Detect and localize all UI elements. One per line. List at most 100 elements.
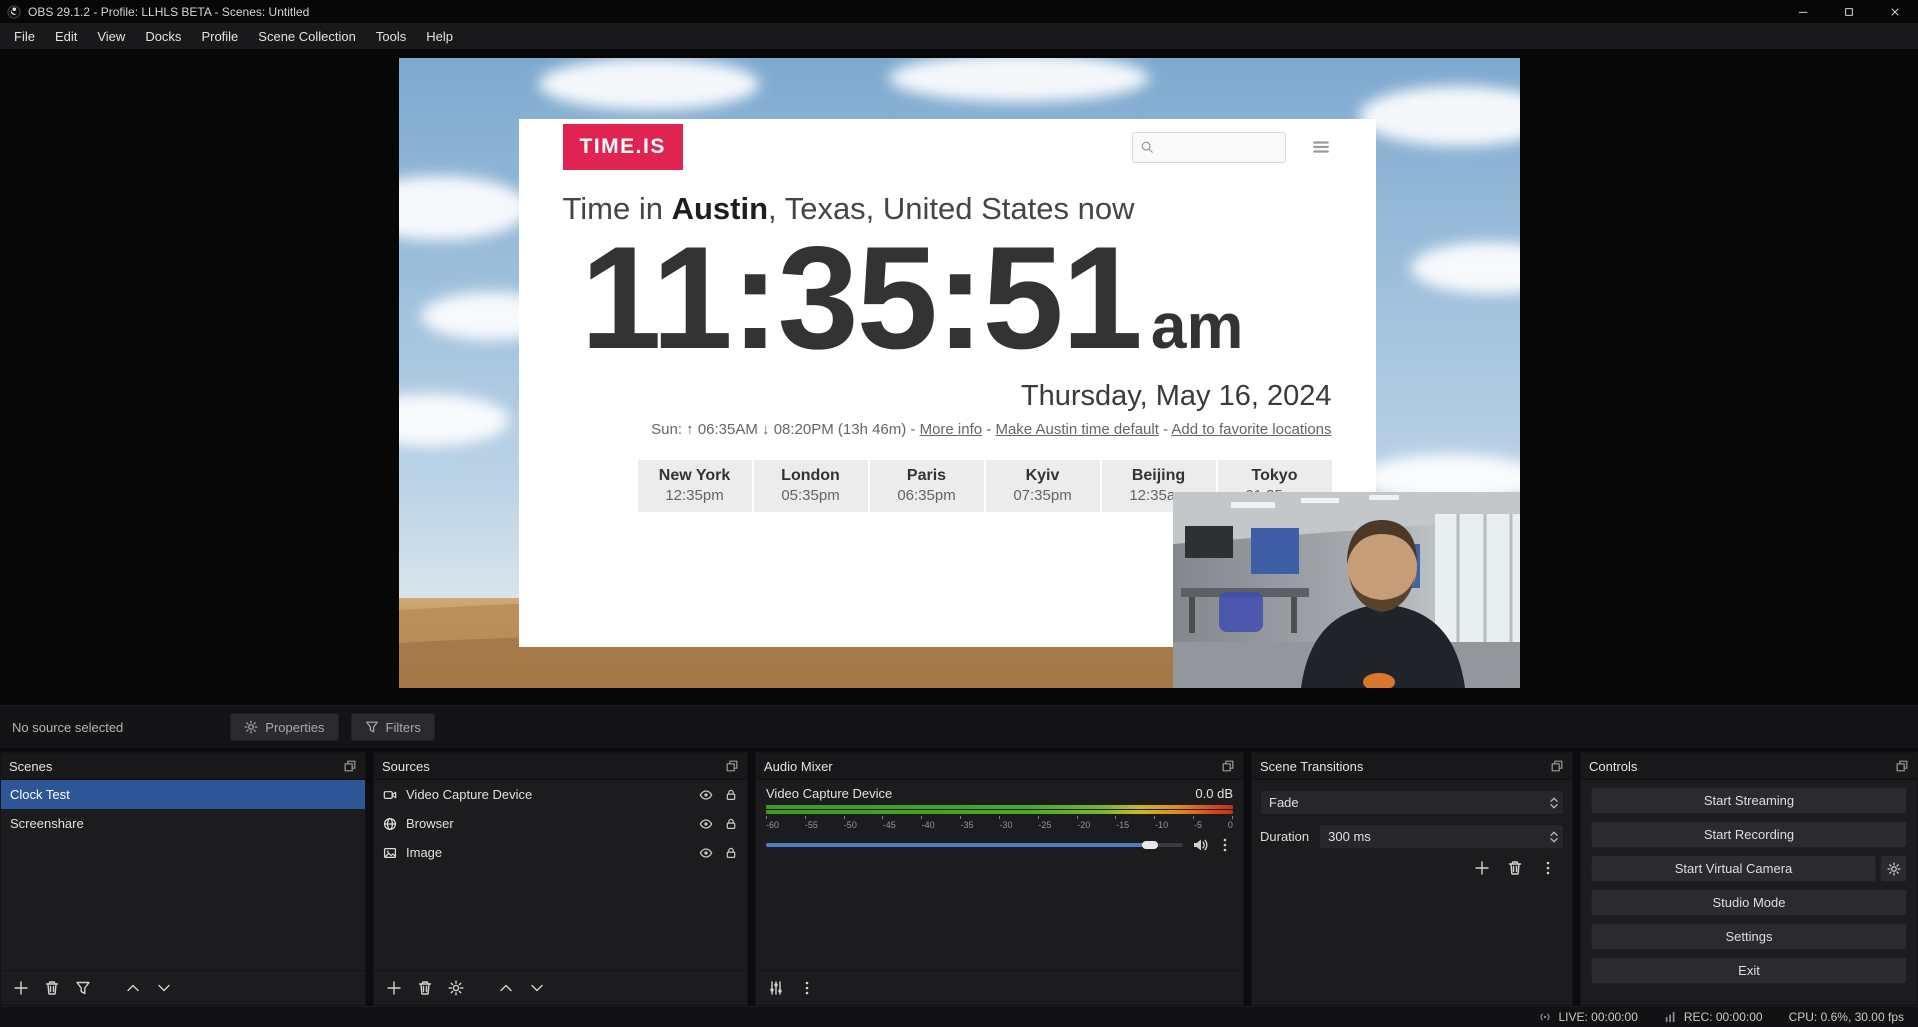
advanced-audio-icon[interactable] xyxy=(768,980,784,996)
studio-mode-button[interactable]: Studio Mode xyxy=(1591,889,1907,916)
maximize-button[interactable] xyxy=(1826,0,1872,23)
properties-button[interactable]: Properties xyxy=(230,713,338,741)
add-source-icon[interactable] xyxy=(386,980,402,996)
popout-icon[interactable] xyxy=(725,759,739,773)
mixer-menu-kebab-icon[interactable] xyxy=(799,980,815,996)
transition-properties-kebab-icon[interactable] xyxy=(1540,860,1556,876)
mixer-channel-name: Video Capture Device xyxy=(766,786,892,801)
sources-dock-header[interactable]: Sources xyxy=(374,753,747,780)
virtual-camera-config-button[interactable] xyxy=(1880,855,1907,882)
transitions-dock-header[interactable]: Scene Transitions xyxy=(1252,753,1572,780)
scenes-dock: Scenes Clock Test Screenshare xyxy=(0,752,366,1006)
webcam-video-source xyxy=(1173,492,1520,688)
gear-icon xyxy=(1887,862,1901,876)
menu-tools[interactable]: Tools xyxy=(366,25,416,48)
dock-area: Scenes Clock Test Screenshare xyxy=(0,748,1918,1006)
eye-icon[interactable] xyxy=(699,817,713,831)
city-name: London xyxy=(754,467,868,485)
menu-scene-collection[interactable]: Scene Collection xyxy=(248,25,366,48)
popout-icon[interactable] xyxy=(343,759,357,773)
scene-name: Clock Test xyxy=(10,787,70,802)
source-properties-gear-icon[interactable] xyxy=(448,980,464,996)
menu-file[interactable]: File xyxy=(4,25,45,48)
filters-button[interactable]: Filters xyxy=(351,713,435,741)
city-name: Beijing xyxy=(1102,467,1216,485)
scenes-toolbar xyxy=(1,970,365,1005)
move-scene-down-icon[interactable] xyxy=(156,980,172,996)
move-source-down-icon[interactable] xyxy=(529,980,545,996)
combo-arrows-icon xyxy=(1549,795,1559,811)
add-transition-icon[interactable] xyxy=(1474,860,1490,876)
audio-mixer-dock-header[interactable]: Audio Mixer xyxy=(756,753,1243,780)
minimize-button[interactable] xyxy=(1780,0,1826,23)
city-name: Tokyo xyxy=(1218,467,1332,485)
duration-spinbox[interactable]: 300 ms xyxy=(1319,824,1564,849)
clock: 11:35:51 am xyxy=(581,229,1332,368)
exit-button[interactable]: Exit xyxy=(1591,957,1907,984)
scene-filters-icon[interactable] xyxy=(75,980,91,996)
date-text: Thursday, May 16, 2024 xyxy=(519,380,1376,413)
city-name: New York xyxy=(638,467,752,485)
settings-button[interactable]: Settings xyxy=(1591,923,1907,950)
menu-docks[interactable]: Docks xyxy=(135,25,191,48)
scene-item-clock-test[interactable]: Clock Test xyxy=(1,780,365,809)
gear-icon xyxy=(244,720,258,734)
mixer-channel: Video Capture Device 0.0 dB -60-55-50-45… xyxy=(756,780,1243,853)
add-scene-icon[interactable] xyxy=(13,980,29,996)
start-streaming-button[interactable]: Start Streaming xyxy=(1591,787,1907,814)
add-favorite-link: Add to favorite locations xyxy=(1171,421,1331,438)
channel-options-kebab-icon[interactable] xyxy=(1217,837,1233,853)
lock-icon[interactable] xyxy=(724,788,738,802)
start-virtual-camera-button[interactable]: Start Virtual Camera xyxy=(1591,855,1876,882)
lock-icon[interactable] xyxy=(724,817,738,831)
close-button[interactable] xyxy=(1872,0,1918,23)
eye-icon[interactable] xyxy=(699,846,713,860)
popout-icon[interactable] xyxy=(1221,759,1235,773)
city-time: 12:35pm xyxy=(638,487,752,504)
link-separator: - xyxy=(1163,421,1168,438)
popout-icon[interactable] xyxy=(1550,759,1564,773)
clock-ampm: am xyxy=(1151,289,1244,363)
lock-icon[interactable] xyxy=(724,846,738,860)
source-item-video-capture[interactable]: Video Capture Device xyxy=(374,780,747,809)
scenes-dock-header[interactable]: Scenes xyxy=(1,753,365,780)
preview-canvas[interactable]: TIME.IS Time in Austin, Texas, United St… xyxy=(399,58,1520,688)
volume-slider-handle[interactable] xyxy=(1142,841,1158,849)
status-bar: LIVE: 00:00:00 REC: 00:00:00 CPU: 0.6%, … xyxy=(0,1006,1918,1027)
remove-transition-icon[interactable] xyxy=(1507,860,1523,876)
controls-dock-header[interactable]: Controls xyxy=(1581,753,1917,780)
menu-help[interactable]: Help xyxy=(416,25,463,48)
duration-value: 300 ms xyxy=(1328,829,1371,844)
scenes-list: Clock Test Screenshare xyxy=(1,780,365,970)
source-item-image[interactable]: Image xyxy=(374,838,747,867)
source-name: Browser xyxy=(406,816,454,831)
obs-logo-icon xyxy=(7,5,21,19)
menu-edit[interactable]: Edit xyxy=(45,25,87,48)
transitions-dock-title: Scene Transitions xyxy=(1260,759,1363,774)
audio-mixer-dock: Audio Mixer Video Capture Device 0.0 dB xyxy=(755,752,1244,1006)
popout-icon[interactable] xyxy=(1895,759,1909,773)
source-item-browser[interactable]: Browser xyxy=(374,809,747,838)
eye-icon[interactable] xyxy=(699,788,713,802)
mixer-toolbar xyxy=(756,970,1243,1005)
city-name: Paris xyxy=(870,467,984,485)
timeis-search-box xyxy=(1132,132,1286,163)
speaker-icon[interactable] xyxy=(1192,837,1208,853)
menu-view[interactable]: View xyxy=(87,25,135,48)
remove-scene-icon[interactable] xyxy=(44,980,60,996)
mixer-level-db: 0.0 dB xyxy=(1195,786,1233,801)
sources-dock: Sources Video Capture Device xyxy=(373,752,748,1006)
audio-mixer-dock-title: Audio Mixer xyxy=(764,759,833,774)
volume-slider[interactable] xyxy=(766,843,1183,847)
scene-item-screenshare[interactable]: Screenshare xyxy=(1,809,365,838)
stream-status-icon xyxy=(1538,1010,1552,1024)
transition-selected-value: Fade xyxy=(1269,795,1299,810)
move-source-up-icon[interactable] xyxy=(498,980,514,996)
timeis-header: TIME.IS xyxy=(519,119,1376,170)
menu-profile[interactable]: Profile xyxy=(191,25,248,48)
start-recording-button[interactable]: Start Recording xyxy=(1591,821,1907,848)
city-time: 06:35pm xyxy=(870,487,984,504)
move-scene-up-icon[interactable] xyxy=(125,980,141,996)
transition-select[interactable]: Fade xyxy=(1260,790,1564,815)
remove-source-icon[interactable] xyxy=(417,980,433,996)
